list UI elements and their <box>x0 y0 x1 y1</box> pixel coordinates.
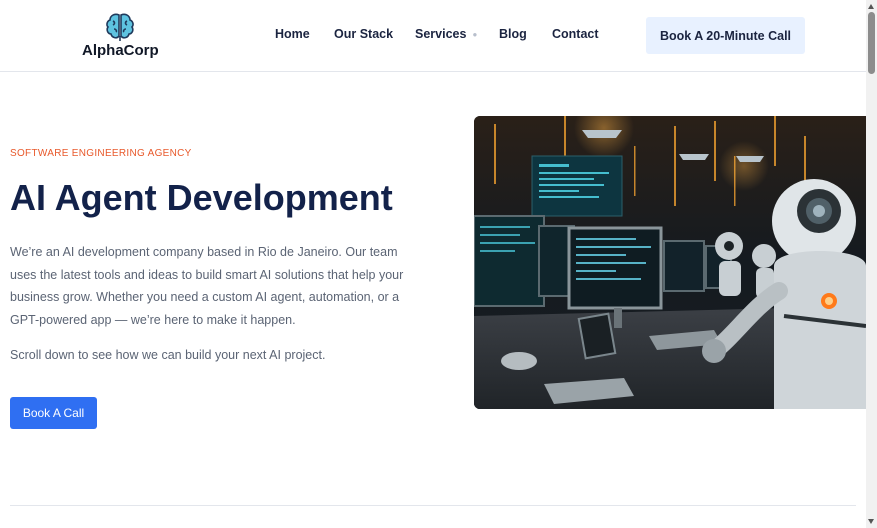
page-title: AI Agent Development <box>10 177 393 218</box>
nav-contact[interactable]: Contact <box>552 27 599 41</box>
hero-eyebrow: SOFTWARE ENGINEERING AGENCY <box>10 148 192 159</box>
book-call-header-button[interactable]: Book A 20-Minute Call <box>646 17 805 54</box>
nav-services-label: Services <box>415 27 467 41</box>
brain-icon <box>106 13 134 41</box>
robot-workspace-illustration <box>474 116 866 409</box>
scroll-thumb[interactable] <box>868 12 875 74</box>
scroll-up-arrow-icon[interactable] <box>868 4 874 9</box>
scroll-down-arrow-icon[interactable] <box>868 519 874 524</box>
hero-description: We’re an AI development company based in… <box>10 245 404 327</box>
dropdown-dot-icon: ● <box>472 30 478 40</box>
hero-scroll-hint: Scroll down to see how we can build your… <box>10 348 326 362</box>
book-call-button[interactable]: Book A Call <box>10 397 97 429</box>
nav-our-stack[interactable]: Our Stack <box>334 27 393 41</box>
page-scrollbar[interactable] <box>866 0 877 528</box>
nav-home[interactable]: Home <box>275 27 310 41</box>
brand-logo[interactable]: AlphaCorp <box>82 11 162 61</box>
brand-name: AlphaCorp <box>82 42 159 59</box>
nav-services[interactable]: Services ● <box>415 27 477 41</box>
section-divider <box>10 505 856 506</box>
site-header: AlphaCorp Home Our Stack Services ● Blog … <box>0 0 866 72</box>
nav-blog[interactable]: Blog <box>499 27 527 41</box>
hero-robot-image <box>474 116 866 409</box>
